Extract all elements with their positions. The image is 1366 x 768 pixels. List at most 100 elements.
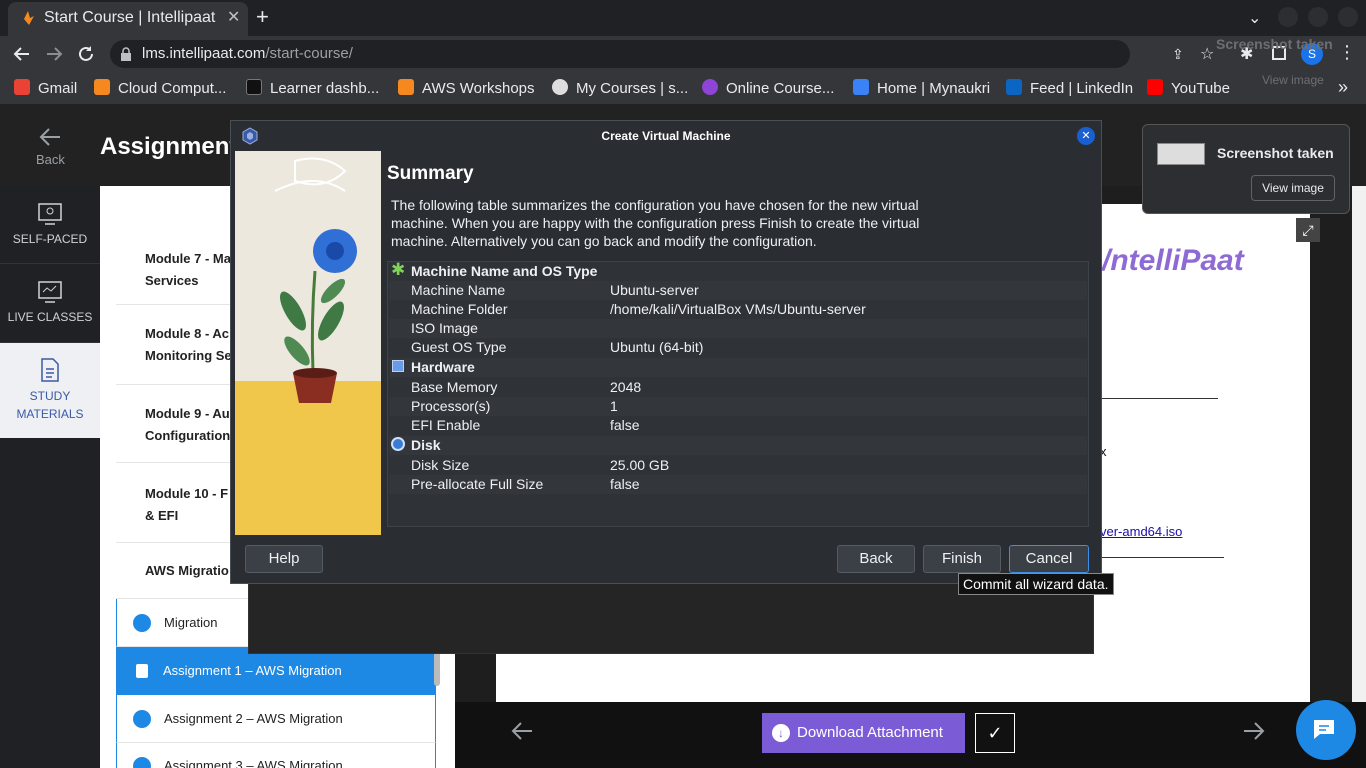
nav-study-materials[interactable]: STUDY MATERIALS: [0, 343, 100, 438]
document-icon: [133, 614, 151, 632]
chat-icon: [1314, 720, 1334, 739]
reload-icon[interactable]: [76, 44, 96, 64]
list-item[interactable]: Assignment 2 – AWS Migration: [116, 695, 436, 743]
bookmark-star-icon[interactable]: ☆: [1200, 44, 1214, 64]
view-image-button[interactable]: View image: [1251, 175, 1335, 201]
dialog-close-icon[interactable]: ✕: [1077, 127, 1095, 145]
divider: [1100, 557, 1224, 558]
dialog-title: Create Virtual Machine: [601, 129, 731, 143]
cancel-button[interactable]: Cancel: [1009, 545, 1089, 573]
lock-icon: [121, 47, 131, 61]
maximize-icon[interactable]: [1308, 7, 1328, 27]
table-row: Disk Size 25.00 GB: [411, 457, 670, 473]
list-item-active[interactable]: Assignment 1 – AWS Migration: [116, 647, 436, 695]
tab-title: Start Course | Intellipaat: [44, 9, 216, 26]
ghost-screenshot-title: Screenshot taken: [1216, 36, 1333, 52]
help-button[interactable]: Help: [245, 545, 323, 573]
bookmarks-bar: Gmail Cloud Comput... Learner dashb... A…: [0, 72, 1366, 104]
document-icon: [133, 757, 151, 768]
download-attachment-button[interactable]: ↓ Download Attachment: [762, 713, 965, 753]
finish-button[interactable]: Finish: [923, 545, 1001, 573]
list-item[interactable]: Assignment 3 – AWS Migration: [116, 743, 436, 768]
section-header: Disk: [389, 436, 1087, 455]
divider: [1100, 398, 1218, 399]
linkedin-icon: [1006, 79, 1022, 95]
download-icon: ↓: [772, 724, 790, 742]
table-row: Processor(s) 1: [389, 397, 1087, 416]
summary-description: The following table summarizes the confi…: [391, 197, 920, 249]
table-row: ISO Image: [389, 319, 1087, 338]
section-header: Hardware: [389, 358, 1087, 377]
table-row: Base Memory 2048: [411, 379, 642, 395]
screenshot-thumbnail-icon: [1157, 143, 1205, 165]
bookmark-mynaukri[interactable]: Home | Mynaukri: [853, 79, 990, 97]
star-icon: ✱: [391, 260, 406, 279]
back-arrow-icon[interactable]: [12, 44, 32, 64]
bookmark-cloud[interactable]: Cloud Comput...: [94, 79, 226, 97]
udemy-icon: [702, 79, 718, 95]
side-navigation: SELF-PACED LIVE CLASSES STUDY MATERIALS: [0, 186, 100, 768]
chip-icon: [392, 360, 404, 372]
table-row: Pre-allocate Full Size false: [389, 475, 1087, 494]
page-scrollbar[interactable]: [1352, 186, 1366, 702]
screenshot-title: Screenshot taken: [1217, 145, 1334, 161]
iso-link[interactable]: ver-amd64.iso: [1100, 524, 1182, 539]
youtube-icon: [1147, 79, 1163, 95]
aws-icon: [246, 79, 262, 95]
self-paced-icon: [38, 203, 62, 225]
tab-search-icon[interactable]: ⌄: [1248, 8, 1261, 28]
menu-icon[interactable]: ⋮: [1338, 42, 1356, 63]
table-row: Guest OS Type Ubuntu (64-bit): [411, 339, 704, 355]
finish-tooltip: Commit all wizard data.: [958, 573, 1114, 595]
window-close-icon[interactable]: [1338, 7, 1358, 27]
wizard-illustration: [235, 151, 381, 535]
document-icon: [136, 664, 148, 678]
bookmark-my-courses[interactable]: My Courses | s...: [552, 79, 688, 97]
nav-live-classes[interactable]: LIVE CLASSES: [0, 264, 100, 343]
url-text: lms.intellipaat.com/start-course/: [142, 45, 353, 62]
fullscreen-icon[interactable]: ⤢: [1296, 218, 1320, 242]
naukri-icon: [853, 79, 869, 95]
browser-tab[interactable]: Start Course | Intellipaat ✕: [8, 2, 248, 36]
table-row: Machine Folder/home/kali/VirtualBox VMs/…: [411, 301, 866, 317]
section-header: ✱ Machine Name and OS Type: [391, 260, 598, 279]
workshop-icon: [398, 79, 414, 95]
bookmark-aws-workshops[interactable]: AWS Workshops: [398, 79, 535, 97]
screenshot-notification: Screenshot taken View image: [1142, 124, 1350, 214]
cloud-icon: [94, 79, 110, 95]
gmail-icon: [14, 79, 30, 95]
nav-self-paced[interactable]: SELF-PACED: [0, 186, 100, 264]
bookmark-online-course[interactable]: Online Course...: [702, 79, 834, 97]
previous-arrow-icon[interactable]: [510, 720, 534, 742]
plant-illustration-icon: [235, 157, 381, 535]
ghost-view-image: View image: [1262, 73, 1324, 87]
disk-icon: [391, 437, 405, 451]
chat-button[interactable]: [1296, 700, 1356, 760]
document-icon: [41, 358, 59, 382]
bookmark-youtube[interactable]: YouTube: [1147, 79, 1230, 97]
address-bar[interactable]: lms.intellipaat.com/start-course/: [110, 40, 1130, 68]
live-classes-icon: [38, 281, 62, 303]
page-title: Assignment: [100, 133, 238, 160]
summary-heading: Summary: [387, 163, 474, 184]
create-vm-dialog: Create Virtual Machine ✕ Summary The fol…: [230, 120, 1102, 584]
new-tab-icon[interactable]: +: [256, 4, 269, 30]
share-icon[interactable]: ⇪: [1172, 46, 1184, 63]
intellipaat-logo: /ntelliPaat: [1102, 244, 1244, 277]
back-label: Back: [36, 152, 65, 167]
bookmark-gmail[interactable]: Gmail: [14, 79, 77, 97]
minimize-icon[interactable]: [1278, 7, 1298, 27]
document-icon: [133, 710, 151, 728]
close-tab-icon[interactable]: ✕: [227, 7, 240, 27]
globe-icon: [552, 79, 568, 95]
back-button[interactable]: Back: [837, 545, 915, 573]
next-arrow-icon[interactable]: [1242, 720, 1266, 742]
table-row: EFI Enable false: [411, 417, 640, 433]
bookmark-linkedin[interactable]: Feed | LinkedIn: [1006, 79, 1133, 97]
mark-complete-checkbox[interactable]: ✓: [975, 713, 1015, 753]
back-arrow-icon: [39, 128, 60, 146]
page-back-button[interactable]: Back: [0, 104, 100, 186]
more-bookmarks-icon[interactable]: »: [1338, 77, 1348, 98]
bookmark-learner[interactable]: Learner dashb...: [246, 79, 379, 97]
forward-arrow-icon[interactable]: [44, 44, 64, 64]
